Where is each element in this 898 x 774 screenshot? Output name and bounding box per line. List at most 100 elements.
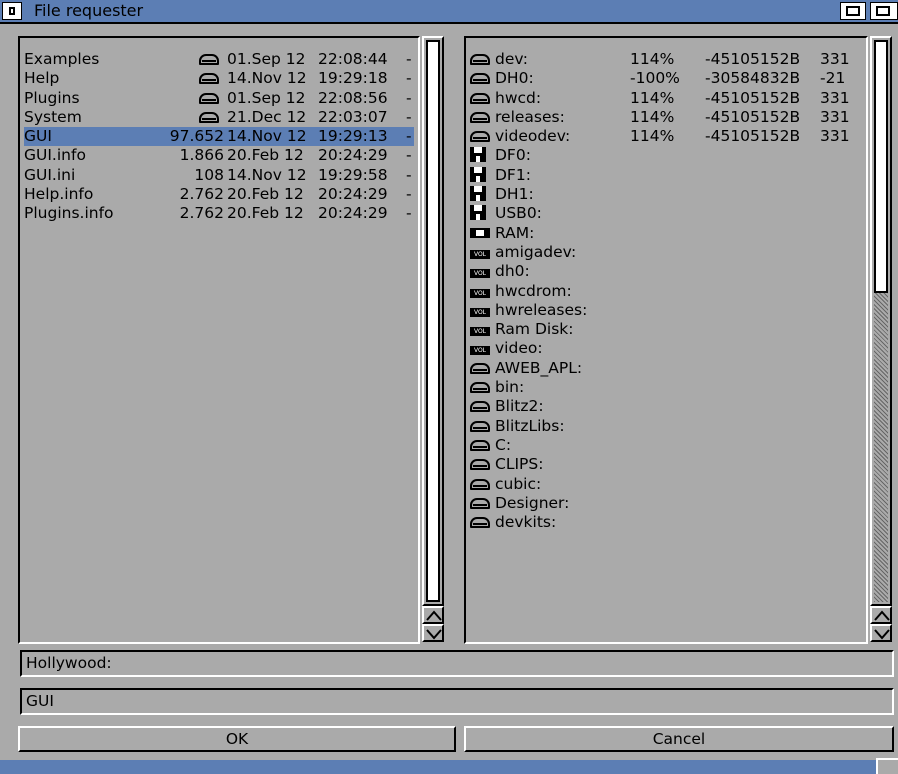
- harddisk-icon: [470, 475, 490, 494]
- device-row[interactable]: DF1:: [470, 166, 862, 185]
- file-input[interactable]: [26, 690, 892, 713]
- file-row[interactable]: Plugins.info 2.762 20.Feb 12 20:24:29-: [24, 204, 414, 223]
- device-row[interactable]: Designer:: [470, 494, 862, 513]
- harddisk-shape: [470, 92, 490, 104]
- file-date: 20.Feb 12: [227, 204, 304, 223]
- device-list-rows: dev: 114% -45105152B 331 DH0: -100% -30584832B…: [470, 50, 862, 532]
- arrow-down-icon: [874, 629, 890, 640]
- title-bar[interactable]: File requester: [0, 0, 898, 24]
- device-row[interactable]: devkits:: [470, 513, 862, 532]
- file-row[interactable]: Help 14.Nov 12 19:29:18-: [24, 69, 414, 88]
- device-row[interactable]: VOL dh0:: [470, 262, 862, 281]
- floppy-shape: [470, 186, 486, 202]
- path-field[interactable]: [20, 650, 894, 677]
- file-row[interactable]: Examples 01.Sep 12 22:08:44-: [24, 50, 414, 69]
- device-name: CLIPS:: [495, 455, 544, 474]
- file-date: 14.Nov 12: [227, 165, 307, 184]
- device-name: C:: [495, 435, 512, 454]
- device-name: hwreleases:: [495, 300, 588, 319]
- device-name: dev:: [495, 50, 528, 68]
- file-size: 1.866: [179, 146, 224, 165]
- file-time: 22:08:44: [318, 50, 388, 68]
- ok-button[interactable]: OK: [18, 726, 456, 752]
- device-row[interactable]: dev: 114% -45105152B 331: [470, 50, 862, 69]
- file-flags: -: [406, 50, 412, 68]
- device-row[interactable]: Blitz2:: [470, 397, 862, 416]
- file-size: 2.762: [179, 204, 224, 223]
- file-size: 2.762: [179, 185, 224, 204]
- device-list[interactable]: dev: 114% -45105152B 331 DH0: -100% -30584832B…: [464, 36, 868, 644]
- device-free-space: -45105152B: [705, 107, 801, 126]
- volume-shape: VOL: [470, 269, 490, 279]
- device-row[interactable]: BlitzLibs:: [470, 417, 862, 436]
- file-row[interactable]: System 21.Dec 12 22:03:07-: [24, 108, 414, 127]
- arrow-up-icon: [874, 610, 890, 621]
- file-name: GUI.ini: [24, 165, 76, 184]
- cancel-button[interactable]: Cancel: [464, 726, 894, 752]
- file-row-selected[interactable]: GUI 97.652 14.Nov 12 19:29:13-: [24, 127, 414, 147]
- file-row[interactable]: Help.info 2.762 20.Feb 12 20:24:29-: [24, 185, 414, 204]
- device-row[interactable]: videodev: 114% -45105152B 331: [470, 127, 862, 146]
- device-name: video:: [495, 339, 543, 358]
- floppy-icon: [470, 204, 486, 223]
- device-row[interactable]: VOL video:: [470, 339, 862, 358]
- file-list-scroll-knob[interactable]: [426, 40, 440, 602]
- file-field[interactable]: [20, 688, 894, 715]
- harddisk-icon: [470, 127, 490, 146]
- device-row[interactable]: VOL Ram Disk:: [470, 320, 862, 339]
- file-list-scroll-up-button[interactable]: [422, 606, 444, 624]
- file-name: Help.info: [24, 185, 94, 204]
- device-list-scrollbar[interactable]: [870, 36, 892, 606]
- floppy-shape: [470, 205, 486, 221]
- device-list-scroll-remainder[interactable]: [874, 293, 888, 602]
- device-list-scroll-track[interactable]: [874, 40, 888, 602]
- device-name: videodev:: [495, 127, 571, 146]
- device-row[interactable]: C:: [470, 436, 862, 455]
- device-row[interactable]: AWEB_APL:: [470, 359, 862, 378]
- device-row[interactable]: DF0:: [470, 146, 862, 165]
- floppy-shape: [470, 166, 486, 182]
- device-row[interactable]: CLIPS:: [470, 455, 862, 474]
- path-input[interactable]: [26, 652, 892, 675]
- device-row[interactable]: USB0:: [470, 204, 862, 223]
- file-flags: -: [406, 107, 412, 126]
- file-list-scroll-track[interactable]: [426, 40, 440, 602]
- device-row[interactable]: bin:: [470, 378, 862, 397]
- device-name: bin:: [495, 378, 525, 397]
- volume-shape: VOL: [470, 307, 490, 317]
- device-list-scroll-up-button[interactable]: [870, 606, 892, 624]
- device-row[interactable]: DH0: -100% -30584832B -21: [470, 69, 862, 88]
- file-list-scrollbar[interactable]: [422, 36, 444, 606]
- file-time: 20:24:29: [318, 185, 388, 204]
- file-list-scroll-down-button[interactable]: [422, 624, 444, 642]
- file-row[interactable]: GUI.info 1.866 20.Feb 12 20:24:29-: [24, 146, 414, 165]
- file-row[interactable]: Plugins 01.Sep 12 22:08:56-: [24, 89, 414, 108]
- device-name: Designer:: [495, 493, 570, 512]
- file-flags: -: [406, 127, 412, 146]
- device-row[interactable]: RAM:: [470, 224, 862, 243]
- file-name: Plugins.info: [24, 204, 114, 223]
- depth-gadget-icon[interactable]: [870, 2, 898, 20]
- file-time: 20:24:29: [318, 146, 388, 165]
- file-list[interactable]: Examples 01.Sep 12 22:08:44- Help 14.Nov 12 1…: [18, 36, 420, 644]
- volume-shape: VOL: [470, 249, 490, 259]
- device-row[interactable]: VOL hwcdrom:: [470, 282, 862, 301]
- device-list-scroll-knob[interactable]: [874, 40, 888, 293]
- resize-grip-icon[interactable]: [876, 758, 898, 774]
- device-list-scroll-down-button[interactable]: [870, 624, 892, 642]
- device-row[interactable]: releases: 114% -45105152B 331: [470, 108, 862, 127]
- close-gadget-icon[interactable]: [2, 2, 22, 20]
- file-name: Plugins: [24, 88, 80, 107]
- harddisk-icon: [470, 359, 490, 378]
- device-name: DH1:: [495, 185, 534, 204]
- file-row[interactable]: GUI.ini 108 14.Nov 12 19:29:58-: [24, 166, 414, 185]
- harddisk-shape: [470, 54, 490, 65]
- harddisk-icon: [470, 50, 490, 69]
- zoom-gadget-icon[interactable]: [840, 2, 866, 20]
- device-row[interactable]: VOL hwreleases:: [470, 301, 862, 320]
- device-row[interactable]: hwcd: 114% -45105152B 331: [470, 89, 862, 108]
- device-row[interactable]: DH1:: [470, 185, 862, 204]
- device-row[interactable]: cubic:: [470, 475, 862, 494]
- device-row[interactable]: VOL amigadev:: [470, 243, 862, 262]
- device-free-space: -45105152B: [705, 88, 801, 107]
